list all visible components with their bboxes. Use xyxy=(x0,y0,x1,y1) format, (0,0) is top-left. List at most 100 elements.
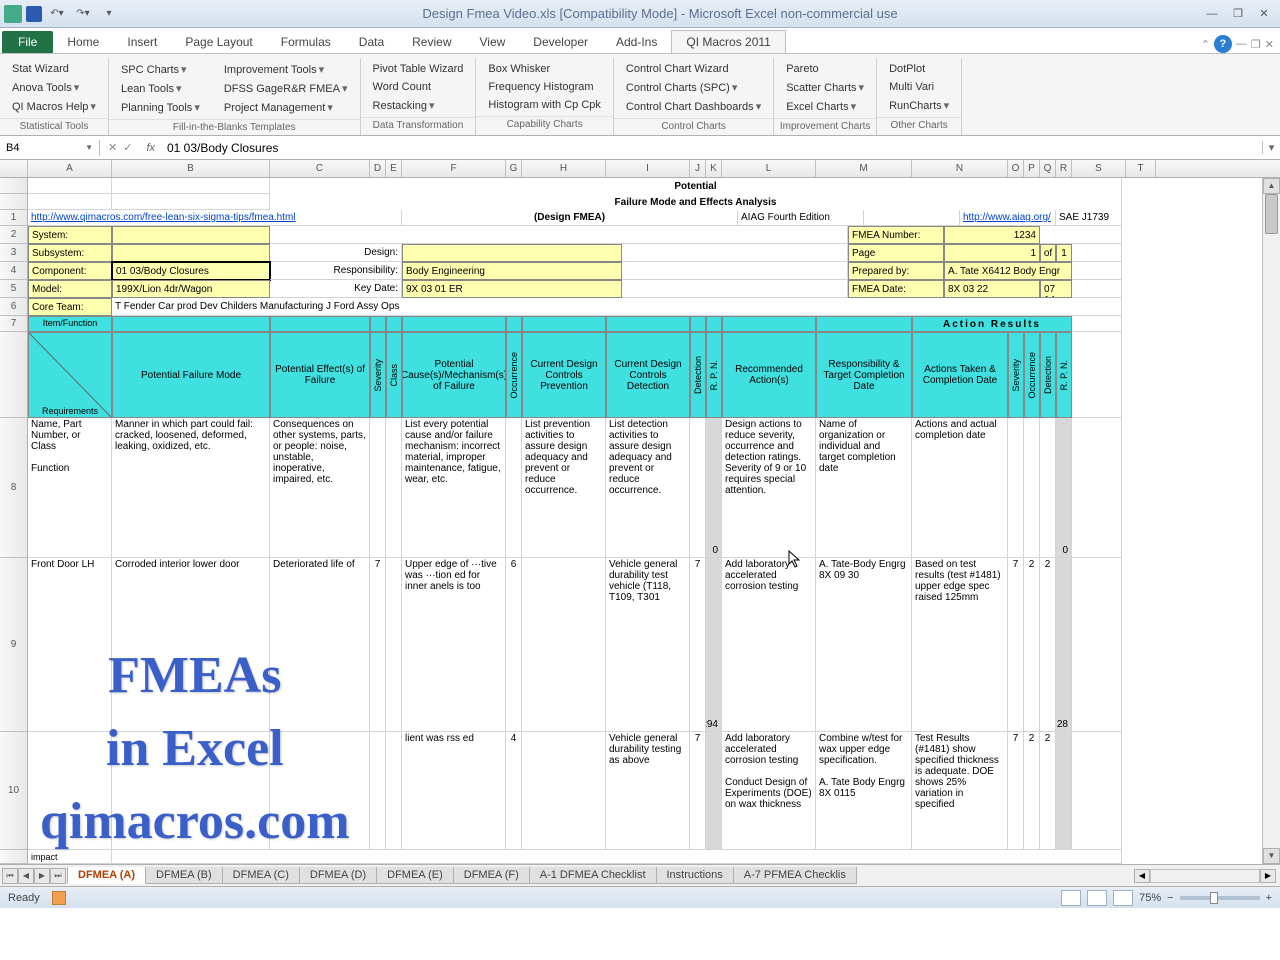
ribbon-item[interactable]: Histogram with Cp Cpk xyxy=(484,96,604,114)
column-header[interactable]: D xyxy=(370,160,386,177)
scroll-thumb[interactable] xyxy=(1265,194,1278,234)
column-header[interactable]: L xyxy=(722,160,816,177)
ribbon-item[interactable]: Stat Wizard xyxy=(8,60,100,78)
restore-button[interactable]: ❐ xyxy=(1226,5,1250,23)
value-component[interactable]: 01 03/Body Closures xyxy=(112,262,270,280)
select-all-corner[interactable] xyxy=(0,160,28,177)
close-button[interactable]: ✕ xyxy=(1252,5,1276,23)
name-box[interactable]: B4 ▼ xyxy=(0,140,100,156)
ribbon-item[interactable]: Control Chart Wizard xyxy=(622,60,765,78)
ribbon-item[interactable]: Frequency Histogram xyxy=(484,78,604,96)
link-aiag[interactable]: http://www.aiag.org/ xyxy=(960,210,1056,226)
column-header[interactable]: J xyxy=(690,160,706,177)
tab-developer[interactable]: Developer xyxy=(519,31,602,53)
accept-formula-icon[interactable]: ✓ xyxy=(123,141,132,154)
ribbon-item[interactable]: Lean Tools▾ xyxy=(117,79,204,98)
row-header[interactable] xyxy=(0,332,28,418)
macro-record-icon[interactable] xyxy=(52,891,66,905)
column-header[interactable]: Q xyxy=(1040,160,1056,177)
value-responsibility[interactable]: Body Engineering xyxy=(402,262,622,280)
cancel-formula-icon[interactable]: ✕ xyxy=(108,141,117,154)
tab-formulas[interactable]: Formulas xyxy=(267,31,345,53)
row-header[interactable]: 7 xyxy=(0,316,28,332)
sheet-tab[interactable]: DFMEA (B) xyxy=(145,867,223,884)
value-fmea-number[interactable]: 1234 xyxy=(944,226,1040,244)
formula-expand-icon[interactable]: ▾ xyxy=(1262,141,1280,154)
value-prepared-by[interactable]: A. Tate X6412 Body Engr xyxy=(944,262,1072,280)
ribbon-item[interactable]: SPC Charts▾ xyxy=(117,60,204,79)
column-header[interactable]: G xyxy=(506,160,522,177)
horizontal-scrollbar[interactable] xyxy=(1150,869,1260,883)
column-header[interactable]: M xyxy=(816,160,912,177)
row-header[interactable] xyxy=(0,194,28,210)
normal-view-icon[interactable] xyxy=(1061,890,1081,906)
row-header[interactable]: 8 xyxy=(0,418,28,558)
last-sheet-icon[interactable]: ⏭ xyxy=(50,868,66,884)
value-fmea-date[interactable]: 8X 03 22 xyxy=(944,280,1040,298)
ribbon-item[interactable]: Pivot Table Wizard xyxy=(369,60,468,78)
zoom-in-icon[interactable]: + xyxy=(1266,892,1272,904)
column-header[interactable]: B xyxy=(112,160,270,177)
column-header[interactable]: N xyxy=(912,160,1008,177)
ribbon-item[interactable]: Control Chart Dashboards▾ xyxy=(622,97,765,116)
column-header[interactable]: F xyxy=(402,160,506,177)
tab-data[interactable]: Data xyxy=(345,31,398,53)
minimize-ribbon-icon[interactable]: ⌃ xyxy=(1201,38,1210,51)
name-box-dropdown-icon[interactable]: ▼ xyxy=(85,143,93,152)
ribbon-item[interactable]: Anova Tools▾ xyxy=(8,78,100,97)
sheet-tab[interactable]: A-7 PFMEA Checklis xyxy=(733,867,857,884)
page-layout-view-icon[interactable] xyxy=(1087,890,1107,906)
hscroll-right-icon[interactable]: ▶ xyxy=(1260,869,1276,883)
tab-qimacros[interactable]: QI Macros 2011 xyxy=(671,30,785,53)
tab-page-layout[interactable]: Page Layout xyxy=(171,31,266,53)
column-header[interactable]: R xyxy=(1056,160,1072,177)
value-key-date[interactable]: 9X 03 01 ER xyxy=(402,280,622,298)
scroll-down-icon[interactable]: ▼ xyxy=(1263,848,1280,864)
save-icon[interactable] xyxy=(26,6,42,22)
ribbon-item[interactable]: DFSS GageR&R FMEA▾ xyxy=(220,79,352,98)
tab-review[interactable]: Review xyxy=(398,31,465,53)
link-qimacros[interactable]: http://www.qimacros.com/free-lean-six-si… xyxy=(28,210,402,226)
value-system[interactable] xyxy=(112,226,270,244)
row-header[interactable] xyxy=(0,850,28,864)
sheet-tab[interactable]: DFMEA (C) xyxy=(222,867,300,884)
row-header[interactable]: 2 xyxy=(0,226,28,244)
undo-icon[interactable]: ↶▾ xyxy=(46,5,68,23)
column-header[interactable]: I xyxy=(606,160,690,177)
doc-restore-icon[interactable]: ❐ xyxy=(1251,38,1261,51)
row-header[interactable]: 1 xyxy=(0,210,28,226)
ribbon-item[interactable]: Box Whisker xyxy=(484,60,604,78)
page-break-view-icon[interactable] xyxy=(1113,890,1133,906)
ribbon-item[interactable]: Multi Vari xyxy=(885,78,953,96)
column-header[interactable]: P xyxy=(1024,160,1040,177)
formula-input[interactable]: 01 03/Body Closures xyxy=(161,139,1262,157)
ribbon-item[interactable]: Pareto xyxy=(782,60,868,78)
ribbon-item[interactable]: QI Macros Help▾ xyxy=(8,97,100,116)
column-header[interactable]: T xyxy=(1126,160,1156,177)
tab-insert[interactable]: Insert xyxy=(113,31,171,53)
column-header[interactable]: A xyxy=(28,160,112,177)
ribbon-item[interactable]: Excel Charts▾ xyxy=(782,97,868,116)
zoom-out-icon[interactable]: − xyxy=(1167,892,1173,904)
tab-file[interactable]: File xyxy=(2,31,53,53)
ribbon-item[interactable]: Planning Tools▾ xyxy=(117,98,204,117)
tab-view[interactable]: View xyxy=(466,31,520,53)
row-header[interactable]: 9 xyxy=(0,558,28,732)
zoom-level[interactable]: 75% xyxy=(1139,892,1161,904)
sheet-tab[interactable]: DFMEA (D) xyxy=(299,867,377,884)
ribbon-item[interactable]: Control Charts (SPC)▾ xyxy=(622,78,765,97)
column-header[interactable]: O xyxy=(1008,160,1024,177)
sheet-tab[interactable]: DFMEA (E) xyxy=(376,867,454,884)
sheet-tab[interactable]: A-1 DFMEA Checklist xyxy=(529,867,657,884)
prev-sheet-icon[interactable]: ◀ xyxy=(18,868,34,884)
sheet-tab[interactable]: Instructions xyxy=(656,867,734,884)
row-header[interactable]: 4 xyxy=(0,262,28,280)
row-header[interactable]: 6 xyxy=(0,298,28,316)
ribbon-item[interactable]: Restacking▾ xyxy=(369,96,468,115)
help-icon[interactable]: ? xyxy=(1214,35,1232,53)
hscroll-left-icon[interactable]: ◀ xyxy=(1134,869,1150,883)
excel-icon[interactable] xyxy=(4,5,22,23)
zoom-slider[interactable] xyxy=(1180,896,1260,900)
ribbon-item[interactable]: Project Management▾ xyxy=(220,98,352,117)
vertical-scrollbar[interactable]: ▲ ▼ xyxy=(1262,178,1280,864)
